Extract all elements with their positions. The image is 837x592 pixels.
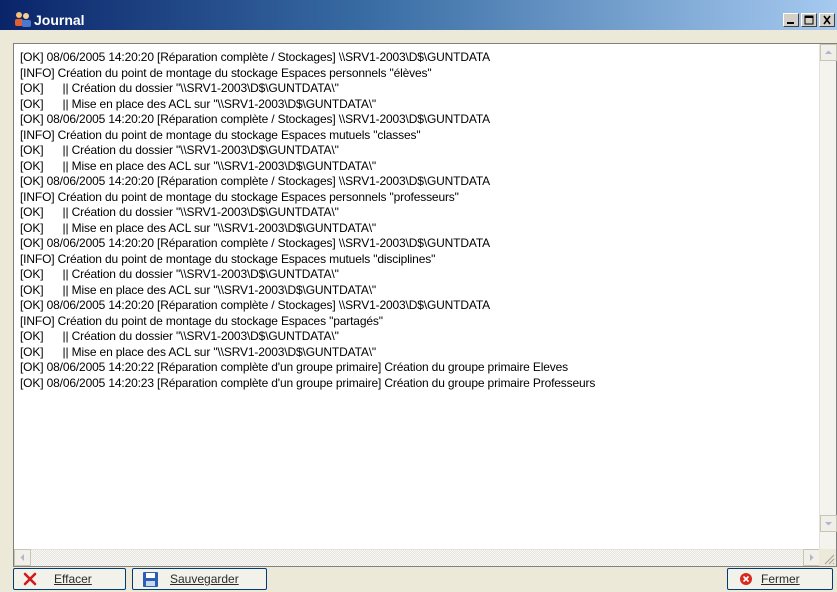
title-bar[interactable]: Journal (0, 0, 837, 30)
scroll-left-button[interactable] (14, 549, 31, 566)
journal-window: Journal [OK] 08/06/2005 14:20:20 [Répara… (0, 0, 837, 592)
log-line: [OK] || Mise en place des ACL sur "\\SRV… (20, 96, 377, 111)
red-x-icon (23, 572, 37, 586)
window-title: Journal (34, 12, 85, 28)
maximize-icon (804, 15, 814, 25)
resize-grip-icon (824, 554, 835, 565)
minimize-button[interactable] (783, 13, 799, 27)
log-line: [INFO] Création du point de montage du s… (20, 313, 383, 328)
log-line: [INFO] Création du point de montage du s… (20, 251, 436, 266)
log-line: [OK] || Mise en place des ACL sur "\\SRV… (20, 220, 377, 235)
log-text[interactable]: [OK] 08/06/2005 14:20:20 [Réparation com… (20, 50, 810, 546)
red-stop-icon (740, 573, 752, 585)
vertical-scrollbar[interactable] (819, 44, 837, 549)
resize-grip[interactable] (819, 549, 836, 566)
log-line: [OK] || Création du dossier "\\SRV1-2003… (20, 329, 339, 343)
log-line: [OK] 08/06/2005 14:20:20 [Réparation com… (20, 298, 490, 312)
log-line: [OK] || Création du dossier "\\SRV1-2003… (20, 143, 339, 157)
arrow-down-icon (825, 522, 832, 526)
log-line: [INFO] Création du point de montage du s… (20, 65, 432, 80)
fermer-button[interactable]: Fermer (727, 568, 833, 590)
scroll-up-button[interactable] (820, 44, 837, 61)
arrow-up-icon (825, 50, 832, 54)
log-line: [OK] 08/06/2005 14:20:22 [Réparation com… (20, 360, 568, 374)
log-area[interactable]: [OK] 08/06/2005 14:20:20 [Réparation com… (13, 43, 837, 567)
log-line: [INFO] Création du point de montage du s… (20, 189, 459, 204)
effacer-button[interactable]: Effacer (13, 568, 126, 590)
horizontal-scrollbar[interactable] (14, 549, 820, 566)
minimize-icon (787, 22, 794, 24)
arrow-right-icon (810, 554, 814, 561)
effacer-label: Effacer (54, 572, 92, 586)
log-line: [OK] || Mise en place des ACL sur "\\SRV… (20, 158, 377, 173)
sauvegarder-button[interactable]: Sauvegarder (132, 568, 267, 590)
log-line: [OK] 08/06/2005 14:20:20 [Réparation com… (20, 174, 490, 188)
log-line: [OK] 08/06/2005 14:20:20 [Réparation com… (20, 50, 490, 64)
sauvegarder-label: Sauvegarder (170, 572, 239, 586)
log-line: [OK] 08/06/2005 14:20:20 [Réparation com… (20, 112, 490, 126)
log-line: [OK] || Mise en place des ACL sur "\\SRV… (20, 344, 377, 359)
log-line: [INFO] Création du point de montage du s… (20, 127, 421, 142)
log-line: [OK] 08/06/2005 14:20:20 [Réparation com… (20, 236, 490, 250)
users-icon (14, 11, 32, 27)
log-line: [OK] || Mise en place des ACL sur "\\SRV… (20, 282, 377, 297)
close-button[interactable] (819, 13, 835, 27)
scroll-right-button[interactable] (803, 549, 820, 566)
floppy-disk-icon (143, 572, 158, 587)
scroll-down-button[interactable] (820, 515, 837, 532)
fermer-label: Fermer (761, 572, 800, 586)
maximize-button[interactable] (801, 13, 817, 27)
arrow-left-icon (20, 554, 24, 561)
close-icon (823, 15, 831, 25)
log-line: [OK] 08/06/2005 14:20:23 [Réparation com… (20, 375, 596, 390)
log-line: [OK] || Création du dossier "\\SRV1-2003… (20, 267, 339, 281)
log-line: [OK] || Création du dossier "\\SRV1-2003… (20, 205, 339, 219)
log-line: [OK] || Création du dossier "\\SRV1-2003… (20, 81, 339, 95)
